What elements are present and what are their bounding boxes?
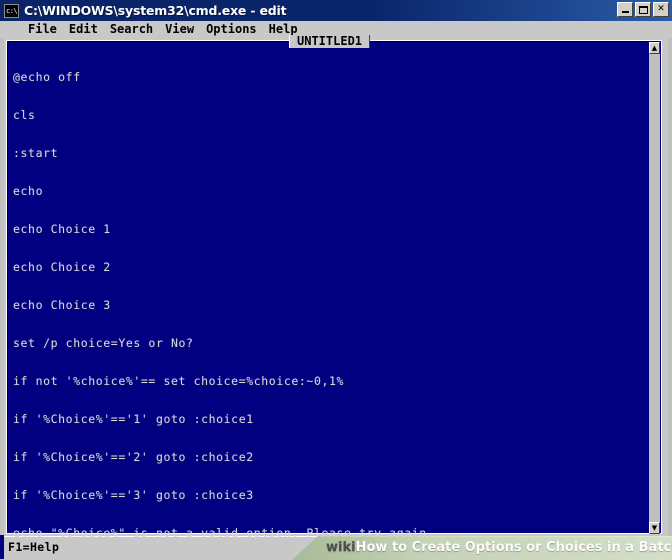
code-line: @echo off	[13, 70, 81, 85]
scrollbar-track[interactable]	[649, 54, 660, 522]
code-line: if not '%choice%'== set choice=%choice:~…	[13, 373, 345, 388]
code-line: set /p choice=Yes or No?	[13, 335, 194, 350]
maximize-icon	[636, 3, 650, 16]
menu-item-search[interactable]: Search	[104, 21, 159, 38]
code-line: echo	[13, 184, 44, 199]
menu-item-file[interactable]: File	[22, 21, 63, 38]
window-title: C:\WINDOWS\system32\cmd.exe - edit	[24, 3, 287, 18]
code-line: cls	[13, 108, 36, 123]
document-title-tab: UNTITLED1	[289, 35, 371, 48]
console-icon	[4, 3, 19, 18]
scroll-down-arrow-icon[interactable]: ▼	[649, 522, 660, 534]
code-line: echo Choice 3	[13, 298, 111, 313]
status-left-accent	[0, 535, 4, 559]
close-icon: ✕	[657, 4, 665, 14]
vertical-scrollbar[interactable]: ▲ ▼	[649, 42, 660, 534]
menu-item-view[interactable]: View	[159, 21, 200, 38]
maximize-button[interactable]	[635, 2, 651, 17]
menu-item-edit[interactable]: Edit	[63, 21, 104, 38]
close-button[interactable]: ✕	[653, 2, 669, 17]
minimize-button[interactable]	[617, 2, 633, 17]
code-line: :start	[13, 146, 59, 161]
scroll-up-arrow-icon[interactable]: ▲	[649, 42, 660, 54]
menu-item-options[interactable]: Options	[200, 21, 263, 38]
code-line: if '%Choice%'=='2' goto :choice2	[13, 449, 254, 464]
batch-script-code[interactable]: @echo off cls :start echo echo Choice 1 …	[13, 46, 643, 560]
code-line: if '%Choice%'=='3' goto :choice3	[13, 487, 254, 502]
window-controls: ✕	[617, 2, 669, 17]
code-line: echo Choice 2	[13, 260, 111, 275]
code-line: if '%Choice%'=='1' goto :choice1	[13, 411, 254, 426]
minimize-icon	[618, 3, 632, 16]
code-line: echo "%Choice%" is not a valid option. P…	[13, 525, 435, 540]
editor-text-area[interactable]: @echo off cls :start echo echo Choice 1 …	[6, 40, 662, 539]
window-title-bar: C:\WINDOWS\system32\cmd.exe - edit ✕	[0, 0, 672, 21]
editor-frame: UNTITLED1 @echo off cls :start echo echo…	[4, 35, 668, 539]
cmd-edit-window-screenshot: C:\WINDOWS\system32\cmd.exe - edit ✕ Fil…	[0, 0, 672, 560]
code-line: echo Choice 1	[13, 222, 111, 237]
